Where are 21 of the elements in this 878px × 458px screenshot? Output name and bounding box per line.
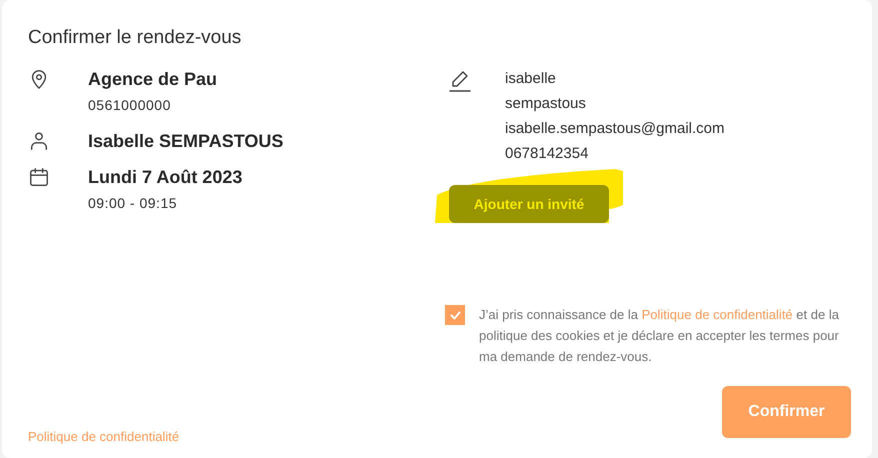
contact-detail: sempastous — [505, 94, 587, 114]
confirm-button[interactable]: Confirmer — [722, 386, 851, 438]
consent-text: J’ai pris connaissance de la Politique de confidentialité et de la politique des cookies et je déclare en accepter les termes pour ma demande de rendez-vous. — [479, 306, 840, 366]
detail-subtitle: 0561000000 — [88, 96, 172, 115]
check-icon — [450, 310, 460, 320]
consent-checkbox[interactable] — [445, 305, 465, 325]
contact-detail: isabelle — [505, 69, 557, 89]
detail-title: Isabelle SEMPASTOUS — [88, 130, 284, 153]
detail-subtitle: 09:00 - 09:15 — [88, 194, 178, 213]
privacy-policy-link[interactable]: Politique de confidentialité — [28, 426, 180, 446]
add-guest-button[interactable]: Ajouter un invité — [449, 185, 609, 223]
dialog-title: Confirmer le rendez-vous — [28, 26, 242, 50]
privacy-policy-link[interactable]: Politique de confidentialité — [642, 307, 793, 322]
contact-detail: isabelle.sempastous@gmail.com — [505, 119, 724, 139]
user-icon — [28, 130, 50, 152]
edit-button[interactable] — [449, 69, 471, 93]
calendar-icon — [28, 166, 50, 188]
pencil-icon — [449, 69, 471, 93]
detail-title: Agence de Pau — [88, 68, 218, 91]
contact-detail: 0678142354 — [505, 144, 590, 164]
detail-title: Lundi 7 Août 2023 — [88, 166, 242, 189]
